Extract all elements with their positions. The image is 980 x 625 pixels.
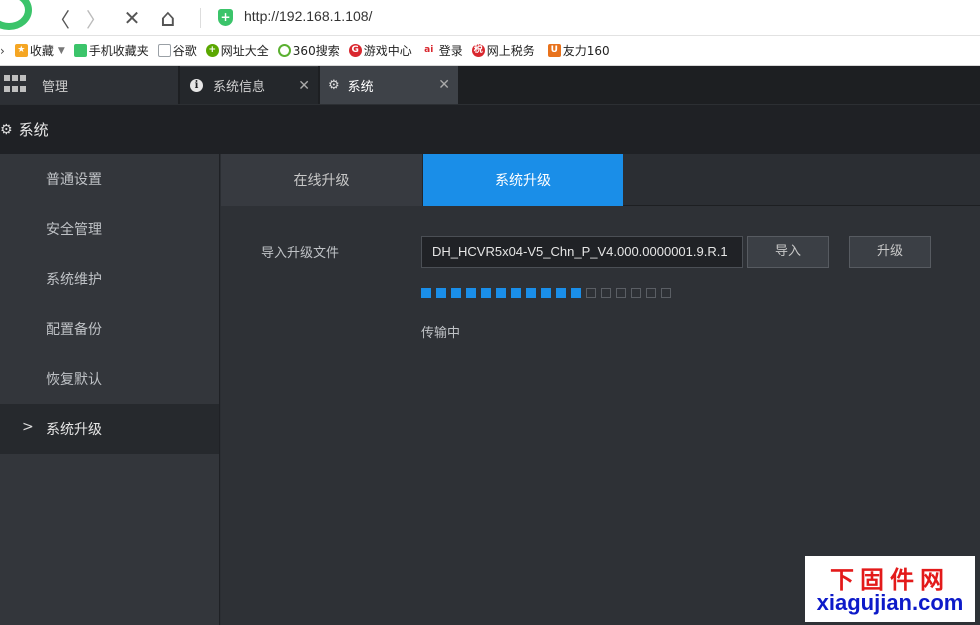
close-icon[interactable]: ✕	[438, 77, 450, 93]
ul-icon: U	[547, 44, 561, 57]
progress-segment-filled	[526, 288, 536, 298]
address-bar[interactable]: http://192.168.1.108/	[244, 8, 372, 24]
tab-system-info[interactable]: i 系统信息 ✕	[180, 66, 318, 104]
sidebar-item-maintenance[interactable]: 系统维护	[0, 254, 219, 304]
sidebar-item-restore[interactable]: 恢复默认	[0, 354, 219, 404]
bookmarks-chevron-icon[interactable]: ›	[0, 44, 5, 58]
bookmark-item[interactable]: 谷歌	[157, 42, 197, 59]
upgrade-progress-bar	[421, 288, 676, 298]
progress-segment-filled	[541, 288, 551, 298]
progress-segment-empty	[646, 288, 656, 298]
address-separator	[200, 8, 201, 28]
sidebar-item-security[interactable]: 安全管理	[0, 204, 219, 254]
login-icon: ai	[420, 44, 437, 57]
browser-logo-icon	[0, 0, 32, 30]
tab-online-upgrade[interactable]: 在线升级	[221, 154, 423, 206]
tax-icon: 税	[471, 44, 485, 57]
chevron-right-icon: >	[22, 419, 34, 435]
bookmark-item[interactable]: ★ 收藏 ▼	[14, 42, 65, 59]
progress-segment-filled	[421, 288, 431, 298]
upgrade-button[interactable]: 升级	[849, 236, 931, 268]
progress-segment-empty	[601, 288, 611, 298]
tab-manage[interactable]: 管理	[0, 66, 178, 104]
tab-manage-label: 管理	[42, 79, 69, 95]
progress-segment-filled	[436, 288, 446, 298]
progress-segment-empty	[631, 288, 641, 298]
progress-segment-filled	[571, 288, 581, 298]
bookmarks-bar: › ★ 收藏 ▼ 手机收藏夹 谷歌 + 网址大全 360搜索 G 游戏中心 ai 登录 税…	[0, 36, 980, 66]
main-panel: 在线升级 系统升级 导入升级文件 DH_HCVR5x04-V5_Chn_P_V4…	[221, 154, 980, 625]
section-header: ⚙ 系统	[0, 104, 980, 154]
sidebar-item-backup[interactable]: 配置备份	[0, 304, 219, 354]
progress-segment-filled	[466, 288, 476, 298]
forward-button[interactable]: 〉	[82, 4, 110, 32]
gear-icon: ⚙	[0, 121, 13, 138]
tab-system[interactable]: ⚙ 系统 ✕	[320, 66, 458, 104]
bookmark-item[interactable]: 360搜索	[277, 42, 340, 59]
back-button[interactable]: 〈	[46, 4, 74, 32]
import-file-label: 导入升级文件	[261, 246, 340, 261]
nav-icon: +	[205, 44, 219, 57]
page-icon	[157, 44, 171, 57]
tab-system-upgrade[interactable]: 系统升级	[423, 154, 623, 206]
progress-segment-filled	[481, 288, 491, 298]
upgrade-file-field[interactable]: DH_HCVR5x04-V5_Chn_P_V4.000.0000001.9.R.…	[421, 236, 743, 268]
info-icon: i	[190, 79, 203, 92]
progress-segment-empty	[616, 288, 626, 298]
watermark-en: xiagujian.com	[816, 590, 964, 615]
star-icon: ★	[14, 44, 28, 57]
progress-segment-empty	[586, 288, 596, 298]
app-tab-bar: 管理 i 系统信息 ✕ ⚙ 系统 ✕	[0, 66, 980, 104]
search360-icon	[277, 44, 291, 57]
game-icon: G	[348, 44, 362, 57]
sidebar-item-general[interactable]: 普通设置	[0, 154, 219, 204]
chevron-down-icon: ▼	[57, 45, 65, 56]
home-button[interactable]: ⌂	[154, 4, 182, 32]
bookmark-item[interactable]: U 友力160	[547, 42, 610, 59]
gear-icon: ⚙	[328, 77, 340, 93]
progress-segment-empty	[661, 288, 671, 298]
grid-icon	[4, 75, 26, 95]
bookmark-item[interactable]: 手机收藏夹	[73, 42, 149, 59]
stop-button[interactable]: ✕	[118, 4, 146, 32]
progress-segment-filled	[451, 288, 461, 298]
tab-system-label: 系统	[347, 79, 374, 95]
phone-icon	[73, 44, 87, 57]
subtab-bar: 在线升级 系统升级	[221, 154, 980, 206]
progress-segment-filled	[556, 288, 566, 298]
progress-segment-filled	[496, 288, 506, 298]
bookmark-item[interactable]: ai 登录	[420, 42, 463, 59]
progress-segment-filled	[511, 288, 521, 298]
bookmark-item[interactable]: + 网址大全	[205, 42, 269, 59]
sidebar-item-upgrade[interactable]: > 系统升级	[0, 404, 219, 454]
status-text: 传输中	[421, 326, 461, 341]
browser-toolbar: 〈 〉 ✕ ⌂ + http://192.168.1.108/	[0, 0, 980, 36]
import-button[interactable]: 导入	[747, 236, 829, 268]
tab-system-info-label: 系统信息	[213, 80, 266, 95]
watermark: 下固件网 xiagujian.com	[805, 556, 975, 622]
secure-shield-icon: +	[218, 9, 233, 26]
sidebar: 普通设置 安全管理 系统维护 配置备份 恢复默认 > 系统升级	[0, 154, 220, 625]
close-icon[interactable]: ✕	[298, 78, 310, 94]
bookmark-item[interactable]: G 游戏中心	[348, 42, 412, 59]
page-title: 系统	[18, 121, 49, 139]
bookmark-item[interactable]: 税网上税务	[471, 42, 535, 59]
